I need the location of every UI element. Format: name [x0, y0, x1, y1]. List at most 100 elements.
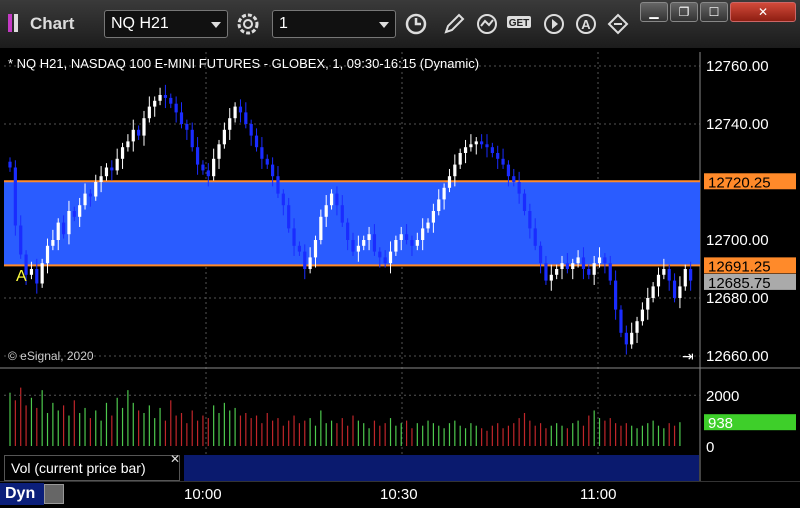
candle-body: [185, 124, 189, 130]
candle-body: [276, 176, 280, 194]
copyright: © eSignal, 2020: [8, 349, 94, 363]
candle-body: [362, 240, 366, 246]
candle-body: [335, 193, 339, 206]
candle-body: [163, 95, 168, 98]
candle-body: [608, 263, 612, 281]
play-icon[interactable]: [540, 10, 568, 38]
candle-body: [281, 193, 285, 206]
candle-body: [646, 298, 650, 310]
candle-body: [383, 257, 387, 264]
y-tick-label: 12700.00: [706, 232, 769, 249]
candle-body: [431, 211, 435, 223]
candle-body: [560, 263, 564, 269]
candle-body: [319, 216, 323, 240]
candle-body: [222, 129, 226, 145]
candle-body: [115, 158, 119, 171]
candle-body: [260, 147, 264, 159]
close-icon[interactable]: ✕: [730, 2, 796, 22]
candle-body: [329, 193, 334, 206]
candle-body: [174, 103, 178, 113]
dyn-button[interactable]: Dyn: [0, 483, 44, 505]
candle-body: [120, 147, 125, 159]
candle-body: [254, 135, 259, 148]
pencil-icon[interactable]: [440, 10, 468, 38]
candle-body: [437, 199, 441, 211]
candle-body: [581, 257, 586, 269]
candle-body: [453, 164, 457, 177]
y-tick-label: 12680.00: [706, 290, 769, 307]
candle-body: [410, 240, 414, 246]
candle-body: [415, 240, 419, 246]
restore-icon[interactable]: ❐: [670, 2, 698, 22]
time-tick: 10:00: [184, 486, 222, 503]
candle-body: [104, 167, 109, 177]
candle-body: [549, 274, 553, 281]
y-tick-label: 12740.00: [706, 116, 769, 133]
settings-gear-icon[interactable]: [234, 10, 262, 38]
window-title: Chart: [30, 14, 75, 33]
clock-icon[interactable]: [402, 10, 430, 38]
candle-body: [565, 263, 569, 269]
candle-body: [287, 205, 291, 229]
candle-body: [624, 332, 628, 345]
band-bottom-price-label: 12691.25: [708, 258, 771, 275]
candle-body: [367, 234, 371, 240]
candle-body: [517, 182, 521, 194]
study-label[interactable]: Vol (current price bar): [4, 455, 180, 481]
lock-icon[interactable]: [44, 484, 64, 504]
candle-body: [683, 269, 687, 287]
y-tick-label: 12660.00: [706, 348, 769, 365]
candle-body: [206, 170, 210, 177]
candle-body: [137, 129, 141, 136]
candle-body: [587, 269, 591, 275]
candle-body: [201, 164, 205, 171]
candle-body: [630, 332, 634, 345]
candle-body: [67, 211, 71, 235]
study-close-icon[interactable]: ✕: [170, 452, 180, 466]
candle-body: [404, 234, 409, 240]
candle-body: [13, 167, 17, 226]
candle-body: [19, 225, 23, 255]
candle-body: [458, 153, 462, 165]
candle-body: [496, 153, 500, 159]
time-tick: 10:30: [380, 486, 418, 503]
title-toolbar: Chart NQ H21 1 GET A ▁ ❐ ☐ ✕: [0, 0, 800, 49]
symbol-value: NQ H21: [111, 15, 169, 32]
candle-body: [603, 257, 607, 264]
candle-body: [244, 112, 248, 124]
price-band: [4, 181, 700, 266]
candle-body: [485, 144, 489, 148]
scroll-right-icon[interactable]: ⇥: [682, 348, 694, 364]
candle-body: [463, 147, 468, 153]
candle-body: [346, 222, 350, 240]
candle-body: [394, 240, 398, 252]
candle-body: [142, 118, 146, 136]
volume-tick-label: 0: [706, 439, 714, 456]
candle-body: [555, 269, 559, 275]
candle-body: [292, 228, 296, 246]
price-chart[interactable]: * NQ H21, NASDAQ 100 E-MINI FUTURES - GL…: [0, 48, 800, 481]
svg-text:GET: GET: [509, 18, 530, 29]
volume-tick-label: 2000: [706, 388, 739, 405]
candle-body: [271, 164, 275, 177]
candle-body: [544, 263, 548, 281]
get-icon[interactable]: GET: [505, 10, 533, 38]
candle-body: [421, 228, 425, 240]
link-icon[interactable]: [604, 10, 632, 38]
candle-body: [99, 176, 103, 182]
candle-body: [447, 176, 452, 188]
candle-body: [667, 269, 671, 281]
symbol-combo[interactable]: NQ H21: [104, 10, 228, 38]
candle-body: [131, 129, 135, 142]
candle-body: [169, 97, 173, 104]
study-icon[interactable]: [473, 10, 501, 38]
candle-body: [678, 286, 682, 298]
study-bar: [184, 455, 699, 481]
interval-combo[interactable]: 1: [272, 10, 396, 38]
candle-body: [94, 182, 98, 197]
candle-body: [313, 240, 318, 258]
alert-icon[interactable]: A: [572, 10, 600, 38]
candle-body: [576, 257, 580, 264]
maximize-icon[interactable]: ☐: [700, 2, 728, 22]
minimize-icon[interactable]: ▁: [640, 2, 668, 22]
